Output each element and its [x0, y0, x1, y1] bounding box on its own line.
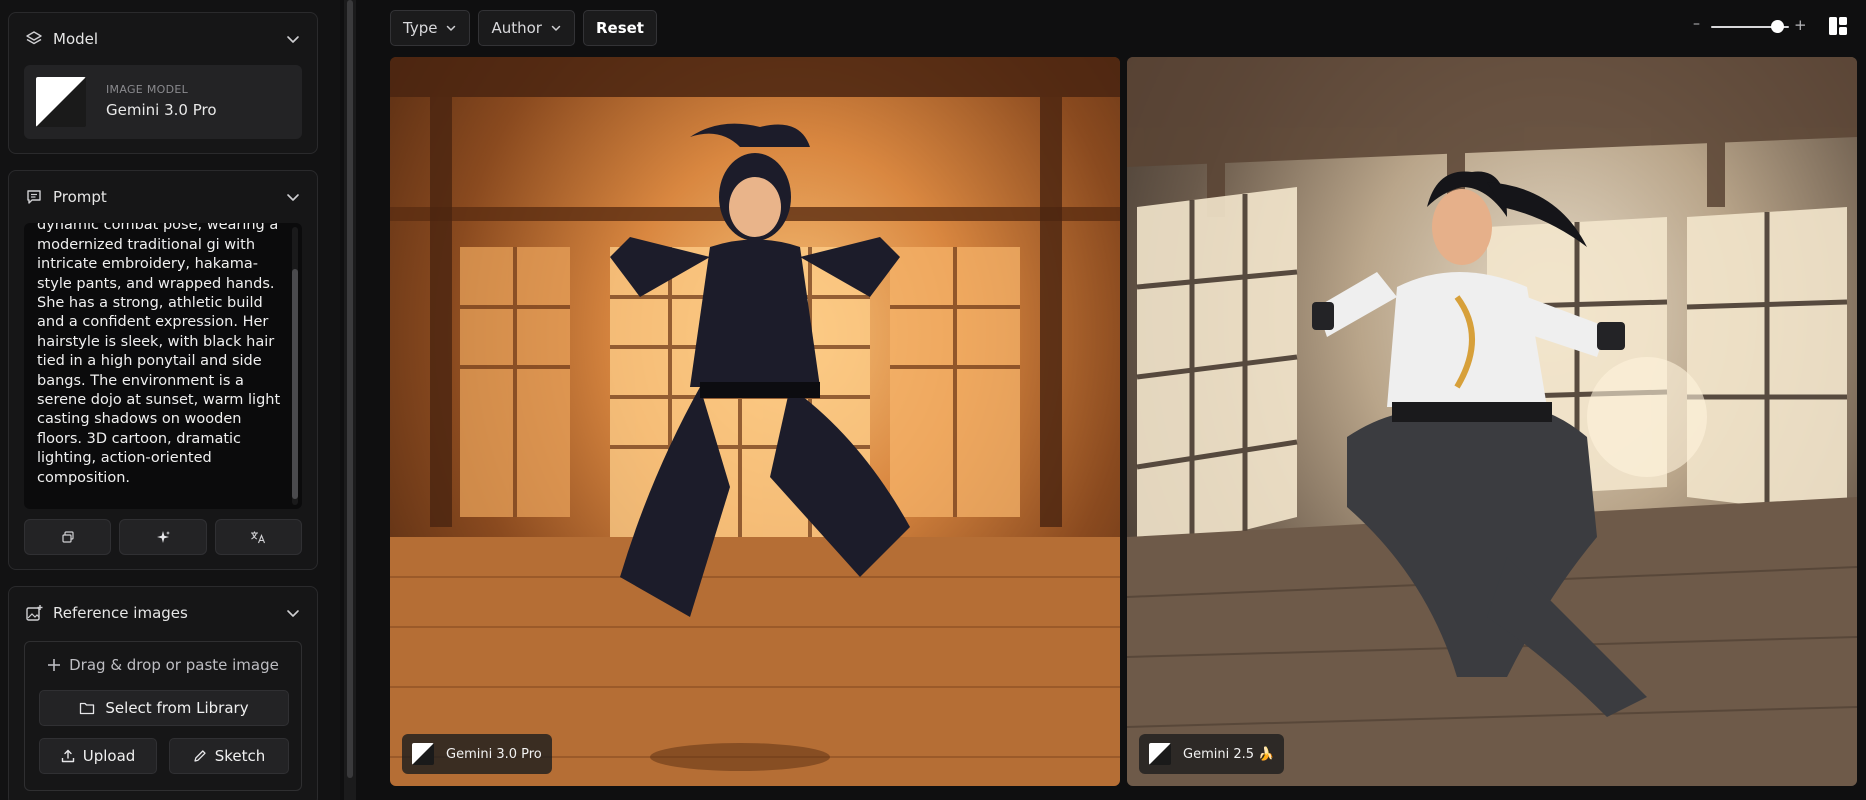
model-panel: Model IMAGE MODEL Gemini 3.0 Pro — [8, 12, 318, 154]
upload-button[interactable]: Upload — [39, 738, 157, 774]
model-badge-label: Gemini 3.0 Pro — [446, 746, 542, 762]
select-from-library-button[interactable]: Select from Library — [39, 690, 289, 726]
copy-icon — [62, 531, 74, 543]
chevron-down-icon[interactable] — [285, 605, 301, 621]
type-filter-dropdown[interactable]: Type — [390, 10, 471, 46]
layout-grid-icon[interactable] — [1828, 16, 1848, 36]
upload-icon — [61, 749, 74, 763]
type-filter-label: Type — [403, 19, 438, 37]
chevron-down-icon — [551, 25, 561, 31]
reference-panel-title: Reference images — [53, 604, 188, 622]
prompt-panel: Prompt A female martial artist in a dyna… — [8, 170, 318, 570]
chevron-down-icon[interactable] — [285, 31, 301, 47]
model-selector[interactable]: IMAGE MODEL Gemini 3.0 Pro — [24, 65, 302, 139]
image-plus-icon — [25, 604, 43, 622]
model-name: Gemini 3.0 Pro — [106, 101, 217, 119]
enhance-prompt-button[interactable] — [119, 519, 207, 555]
model-panel-title: Model — [53, 30, 99, 48]
author-filter-label: Author — [491, 19, 542, 37]
copy-prompt-button[interactable] — [24, 519, 112, 555]
chevron-down-icon — [447, 25, 456, 31]
layers-icon — [25, 30, 43, 48]
prompt-scrollbar-thumb[interactable] — [292, 269, 298, 499]
drop-hint-label: Drag & drop or paste image — [69, 656, 279, 674]
model-badge-label: Gemini 2.5 🍌 — [1183, 746, 1275, 762]
prompt-panel-title: Prompt — [53, 188, 107, 206]
prompt-textarea[interactable]: A female martial artist in a dynamic com… — [24, 223, 302, 509]
filter-toolbar: Type Author Reset — [390, 10, 657, 46]
reference-images-panel: Reference images Drag & drop or paste im… — [8, 586, 318, 800]
model-badge: Gemini 2.5 🍌 — [1139, 734, 1285, 774]
sketch-button[interactable]: Sketch — [169, 738, 289, 774]
sidebar: Model IMAGE MODEL Gemini 3.0 Pro Prompt — [0, 0, 340, 800]
drop-hint: Drag & drop or paste image — [25, 656, 301, 674]
generated-image-card[interactable]: Gemini 3.0 Pro — [390, 57, 1120, 786]
reset-filters-button[interactable]: Reset — [582, 10, 657, 46]
zoom-in-button[interactable]: + — [1794, 16, 1807, 34]
generated-image — [390, 57, 1120, 786]
generated-image — [1127, 57, 1857, 786]
sparkles-icon — [156, 531, 170, 543]
message-icon — [25, 188, 43, 206]
zoom-control: – + — [1693, 14, 1807, 40]
upload-label: Upload — [82, 747, 136, 765]
generated-image-card[interactable]: Gemini 2.5 🍌 — [1127, 57, 1857, 786]
model-logo-icon — [412, 743, 434, 765]
pencil-icon — [194, 750, 206, 762]
chevron-down-icon[interactable] — [285, 189, 301, 205]
sidebar-scrollbar[interactable] — [347, 0, 353, 778]
model-panel-header[interactable]: Model — [9, 13, 317, 65]
model-badge: Gemini 3.0 Pro — [402, 734, 552, 774]
sidebar-resize-handle[interactable] — [344, 0, 356, 800]
select-from-library-label: Select from Library — [105, 699, 249, 717]
prompt-panel-header[interactable]: Prompt — [9, 171, 317, 223]
zoom-out-button[interactable]: – — [1693, 16, 1700, 32]
zoom-slider-thumb[interactable] — [1770, 20, 1784, 33]
author-filter-dropdown[interactable]: Author — [478, 10, 575, 46]
folder-icon — [80, 702, 95, 715]
model-kicker: IMAGE MODEL — [106, 83, 189, 96]
prompt-scrollbar[interactable] — [292, 227, 298, 505]
reference-panel-header[interactable]: Reference images — [9, 587, 317, 639]
sketch-label: Sketch — [214, 747, 266, 765]
prompt-text: A female martial artist in a dynamic com… — [37, 223, 281, 486]
reference-dropzone[interactable]: Drag & drop or paste image Select from L… — [24, 641, 302, 791]
prompt-tools — [24, 519, 302, 555]
translate-icon — [251, 531, 266, 544]
app: Model IMAGE MODEL Gemini 3.0 Pro Prompt — [0, 0, 1866, 800]
model-logo-icon — [1149, 743, 1171, 765]
plus-icon — [48, 659, 61, 671]
translate-prompt-button[interactable] — [214, 519, 302, 555]
model-logo-icon — [36, 77, 86, 127]
reset-label: Reset — [595, 19, 644, 37]
